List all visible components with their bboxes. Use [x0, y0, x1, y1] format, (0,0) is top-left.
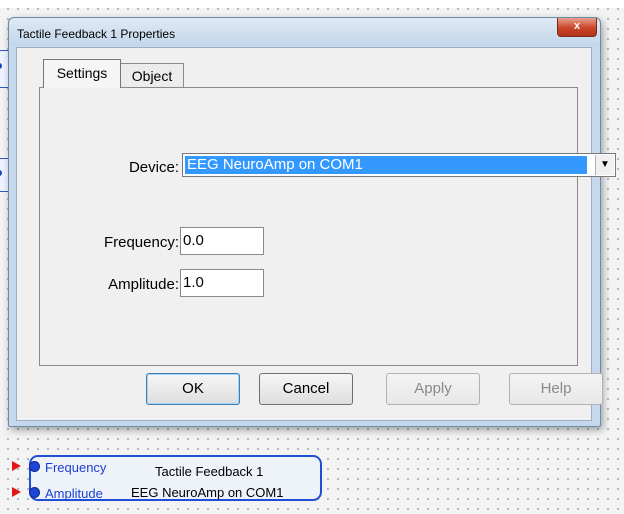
dialog-titlebar[interactable]: Tactile Feedback 1 Properties x	[9, 18, 600, 46]
tab-settings[interactable]: Settings	[43, 59, 121, 88]
help-button[interactable]: Help	[509, 373, 603, 405]
device-select[interactable]: EEG NeuroAmp on COM1 ▼	[182, 153, 616, 177]
frequency-port-label: Frequency	[45, 460, 107, 475]
frequency-port-icon[interactable]	[29, 461, 40, 472]
dialog-title: Tactile Feedback 1 Properties	[17, 27, 176, 41]
tab-settings-label: Settings	[56, 65, 108, 81]
apply-button[interactable]: Apply	[386, 373, 480, 405]
canvas-top-strip	[0, 0, 624, 8]
block-device: EEG NeuroAmp on COM1	[131, 485, 284, 500]
properties-dialog: Tactile Feedback 1 Properties x Settings…	[8, 17, 616, 427]
block-title: Tactile Feedback 1	[155, 464, 264, 479]
tactile-feedback-block[interactable]: Frequency Amplitude Tactile Feedback 1 E…	[29, 455, 322, 501]
frequency-input[interactable]: 0.0	[180, 227, 264, 255]
chevron-down-icon[interactable]: ▼	[595, 155, 614, 175]
frequency-label: Frequency:	[103, 234, 179, 251]
device-selected-value: EEG NeuroAmp on COM1	[185, 156, 587, 174]
amplitude-input[interactable]: 1.0	[180, 269, 264, 297]
device-label: Device:	[128, 159, 179, 176]
input-arrow-icon	[12, 461, 21, 471]
input-arrow-icon	[12, 487, 21, 497]
close-icon: x	[573, 20, 581, 32]
cancel-button[interactable]: Cancel	[259, 373, 353, 405]
amplitude-port-icon[interactable]	[29, 487, 40, 498]
settings-panel: Device: EEG NeuroAmp on COM1 ▼ Frequency…	[39, 87, 616, 366]
tab-object[interactable]: Object	[120, 63, 184, 88]
close-button[interactable]: x	[557, 18, 597, 37]
port-dot-icon	[0, 170, 2, 176]
amplitude-port-label: Amplitude	[45, 486, 103, 501]
dialog-client-area: Settings Object Device: EEG NeuroAmp on …	[16, 47, 616, 421]
ok-button[interactable]: OK	[146, 373, 240, 405]
tab-object-label: Object	[131, 68, 173, 84]
amplitude-label: Amplitude:	[108, 276, 179, 293]
port-dot-icon	[0, 63, 2, 69]
